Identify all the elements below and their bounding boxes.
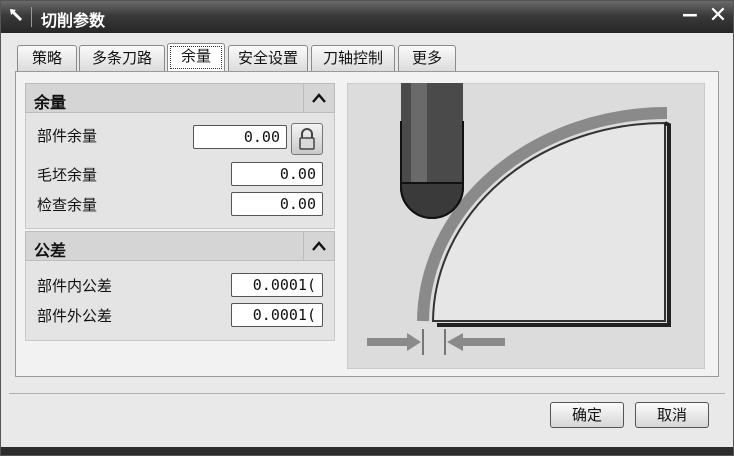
chevron-up-icon[interactable] [303, 232, 334, 260]
outtol-input[interactable]: 0.0001( [231, 303, 323, 327]
part-stock-label: 部件余量 [37, 127, 98, 145]
stock-group-header[interactable]: 余量 [25, 83, 335, 113]
minimize-button[interactable]: − [677, 5, 703, 29]
tab-stock[interactable]: 余量 [167, 43, 225, 72]
tolerance-group-title: 公差 [34, 241, 67, 260]
intol-input[interactable]: 0.0001( [231, 273, 323, 297]
tab-strategy[interactable]: 策略 [17, 45, 77, 71]
chevron-up-icon[interactable] [303, 84, 334, 112]
footer-divider [9, 393, 725, 394]
lock-icon [299, 128, 315, 150]
outtol-label: 部件外公差 [37, 307, 113, 325]
tab-safety-settings[interactable]: 安全设置 [228, 45, 308, 71]
close-button[interactable]: ✕ [705, 5, 731, 29]
cancel-button[interactable]: 取消 [635, 402, 709, 428]
stock-illustration [347, 83, 705, 369]
tab-more[interactable]: 更多 [398, 45, 456, 71]
title-bar: 切削参数 − ✕ [1, 1, 733, 33]
blank-stock-label: 毛坯余量 [37, 166, 98, 184]
tab-tool-axis-control[interactable]: 刀轴控制 [311, 45, 395, 71]
window-title: 切削参数 [41, 11, 106, 30]
bottom-edge [1, 447, 733, 455]
tab-multiple-paths[interactable]: 多条刀路 [79, 45, 165, 71]
tool-path-icon [9, 8, 23, 22]
tolerance-group-header[interactable]: 公差 [25, 231, 335, 261]
lock-button[interactable] [291, 123, 323, 155]
check-stock-input[interactable]: 0.00 [231, 192, 323, 216]
blank-stock-input[interactable]: 0.00 [231, 162, 323, 186]
part-stock-input[interactable]: 0.00 [193, 125, 287, 149]
title-separator [31, 7, 32, 27]
ok-button[interactable]: 确定 [550, 402, 624, 428]
check-stock-label: 检查余量 [37, 196, 98, 214]
cut-parameters-dialog: 切削参数 − ✕ 策略 多条刀路 余量 安全设置 刀轴控制 更多 余量 部件余量… [0, 0, 734, 456]
stock-group-title: 余量 [34, 93, 67, 112]
intol-label: 部件内公差 [37, 277, 113, 295]
